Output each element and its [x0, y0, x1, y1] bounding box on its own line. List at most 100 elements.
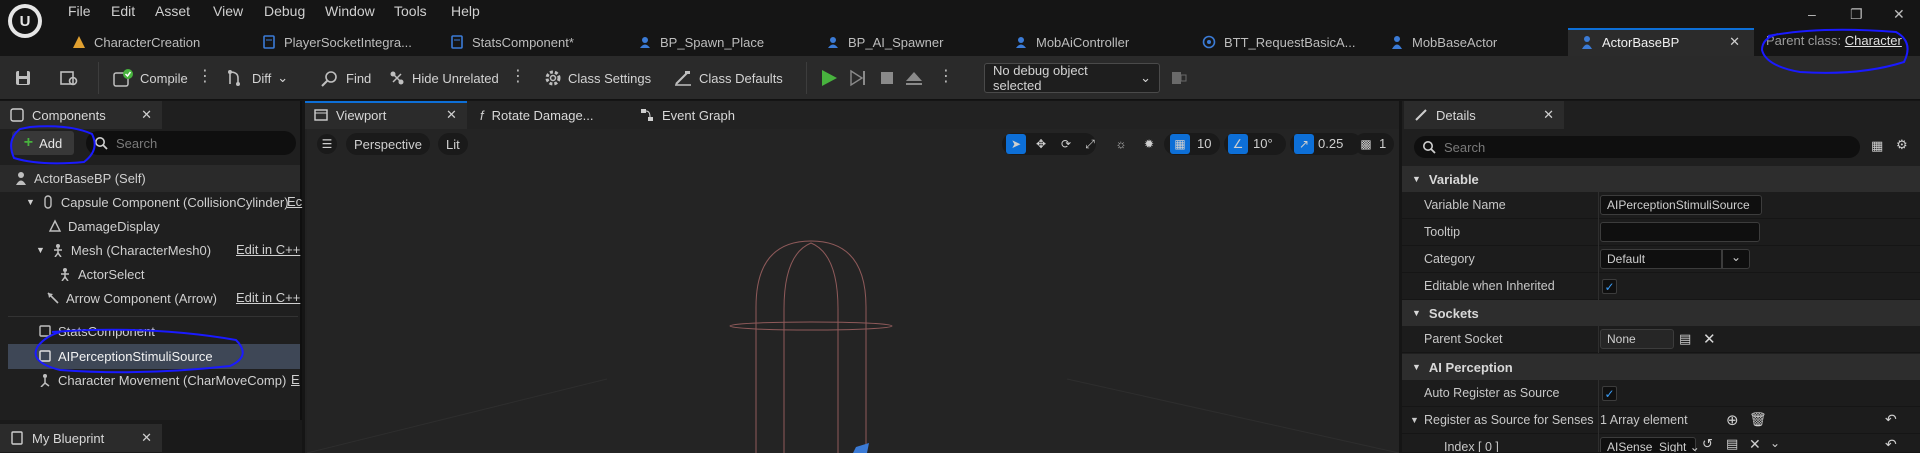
- components-tab[interactable]: Components ✕: [0, 101, 162, 129]
- play-options-icon[interactable]: ⋮: [938, 66, 954, 86]
- scale-snap-icon[interactable]: ↗: [1294, 134, 1314, 154]
- section-sockets[interactable]: ▼ Sockets: [1402, 300, 1920, 326]
- tree-item-aiperceptionstimulisource[interactable]: AIPerceptionStimuliSource: [38, 344, 213, 368]
- edit-in-cpp-link[interactable]: Edit in C++: [236, 290, 300, 305]
- tab-viewport[interactable]: Viewport: [314, 101, 386, 129]
- diff-button[interactable]: Diff ⌄: [226, 66, 288, 90]
- close-window-icon[interactable]: ✕: [1893, 6, 1905, 23]
- lit-button[interactable]: Lit: [438, 133, 468, 155]
- tree-item-actorselect[interactable]: ActorSelect: [58, 262, 144, 286]
- hide-unrelated-button[interactable]: Hide Unrelated: [388, 66, 499, 90]
- menu-file[interactable]: File: [68, 3, 91, 19]
- clear-socket-icon[interactable]: ✕: [1703, 330, 1716, 348]
- parent-class-link[interactable]: Character: [1845, 33, 1902, 48]
- sense-browse-icon[interactable]: ▤: [1726, 436, 1738, 452]
- menu-tools[interactable]: Tools: [394, 3, 427, 19]
- stop-button[interactable]: [878, 66, 896, 90]
- doc-tab-bp-ai-spawner[interactable]: BP_AI_Spawner: [826, 28, 943, 56]
- close-panel-icon[interactable]: ✕: [141, 430, 152, 446]
- browse-button[interactable]: [59, 66, 79, 90]
- world-local-icon[interactable]: ☼: [1111, 134, 1131, 154]
- debug-browse-button[interactable]: [1170, 66, 1188, 90]
- menu-debug[interactable]: Debug: [264, 3, 305, 19]
- sense-options-icon[interactable]: ⌄: [1770, 436, 1780, 450]
- doc-tab-mobaicontroller[interactable]: MobAiController: [1014, 28, 1129, 56]
- tree-item-capsule[interactable]: ▼ Capsule Component (CollisionCylinder): [26, 190, 289, 214]
- grid-snap-icon[interactable]: ▦: [1170, 134, 1190, 154]
- close-tab-icon[interactable]: ✕: [1729, 34, 1740, 50]
- play-button[interactable]: [818, 66, 840, 90]
- doc-tab-bp-spawn-place[interactable]: BP_Spawn_Place: [638, 28, 764, 56]
- tree-item-mesh[interactable]: ▼ Mesh (CharacterMesh0): [36, 238, 211, 262]
- close-viewport-tab-icon[interactable]: ✕: [446, 107, 457, 123]
- category-dropdown-icon[interactable]: ⌄: [1722, 249, 1750, 269]
- scale-snap-value[interactable]: 0.25: [1318, 136, 1343, 151]
- minimize-icon[interactable]: –: [1808, 6, 1816, 22]
- select-tool-icon[interactable]: ➤: [1006, 134, 1026, 154]
- doc-tab-statscomponent[interactable]: StatsComponent*: [450, 28, 574, 56]
- tree-item-charactermovement[interactable]: Character Movement (CharMoveComp): [38, 368, 286, 392]
- section-variable[interactable]: ▼ Variable: [1402, 166, 1920, 192]
- parent-socket-field[interactable]: None: [1600, 329, 1674, 349]
- settings-gear-icon[interactable]: ⚙: [1896, 137, 1908, 153]
- class-settings-button[interactable]: Class Settings: [544, 66, 651, 90]
- tab-event-graph[interactable]: Event Graph: [640, 101, 735, 129]
- surface-snap-icon[interactable]: ✹: [1139, 134, 1159, 154]
- delete-all-icon[interactable]: 🗑: [1749, 411, 1767, 428]
- menu-asset[interactable]: Asset: [155, 3, 190, 19]
- grid-snap-value[interactable]: 10: [1197, 136, 1211, 151]
- class-defaults-button[interactable]: Class Defaults: [673, 66, 783, 90]
- menu-view[interactable]: View: [213, 3, 243, 19]
- details-search-input[interactable]: Search: [1414, 136, 1860, 158]
- menu-help[interactable]: Help: [451, 3, 480, 19]
- category-field[interactable]: Default: [1600, 249, 1722, 269]
- expand-arrow-icon[interactable]: ▼: [1410, 415, 1419, 425]
- hide-unrelated-options-icon[interactable]: ⋮: [510, 66, 526, 86]
- tab-rotate-damage[interactable]: f Rotate Damage...: [480, 101, 594, 129]
- doc-tab-charactercreation[interactable]: CharacterCreation: [72, 28, 200, 56]
- hamburger-menu-icon[interactable]: ☰: [317, 134, 337, 154]
- save-button[interactable]: [14, 66, 32, 90]
- sense-clear-icon[interactable]: ✕: [1749, 436, 1761, 452]
- tooltip-field[interactable]: [1600, 222, 1760, 242]
- rotate-tool-icon[interactable]: ⟳: [1056, 134, 1076, 154]
- my-blueprint-tab[interactable]: My Blueprint ✕: [0, 424, 162, 452]
- sense-select[interactable]: AISense_Sight ⌄: [1600, 437, 1700, 452]
- edit-in-cpp-link[interactable]: E: [291, 372, 300, 387]
- add-element-icon[interactable]: ⊕: [1726, 411, 1739, 429]
- sense-reset-icon[interactable]: ↶: [1885, 436, 1897, 452]
- compile-button[interactable]: Compile: [112, 66, 188, 90]
- sense-use-icon[interactable]: ↺: [1702, 436, 1713, 452]
- variable-name-field[interactable]: AIPerceptionStimuliSource: [1600, 195, 1762, 215]
- doc-tab-mobbaseactor[interactable]: MobBaseActor: [1390, 28, 1497, 56]
- translate-tool-icon[interactable]: ✥: [1031, 134, 1051, 154]
- expand-arrow-icon[interactable]: ▼: [36, 245, 45, 255]
- menu-window[interactable]: Window: [325, 3, 375, 19]
- close-panel-icon[interactable]: ✕: [1543, 107, 1554, 123]
- tree-item-damagedisplay[interactable]: DamageDisplay: [48, 214, 160, 238]
- tree-item-statscomponent[interactable]: StatsComponent: [38, 319, 155, 343]
- perspective-button[interactable]: Perspective: [346, 133, 430, 155]
- find-button[interactable]: Find: [320, 66, 371, 90]
- unreal-logo-icon[interactable]: U: [8, 4, 42, 38]
- camera-speed-value[interactable]: 1: [1379, 136, 1386, 151]
- restore-icon[interactable]: ❐: [1850, 6, 1863, 23]
- rotation-snap-value[interactable]: 10°: [1253, 136, 1273, 151]
- doc-tab-btt-requestbasic[interactable]: BTT_RequestBasicA...: [1202, 28, 1356, 56]
- viewport-canvas[interactable]: [307, 129, 1399, 453]
- auto-register-checkbox[interactable]: ✓: [1602, 386, 1617, 401]
- editable-inherited-checkbox[interactable]: ✓: [1602, 279, 1617, 294]
- close-panel-icon[interactable]: ✕: [141, 107, 152, 123]
- rotation-snap-icon[interactable]: ∠: [1228, 134, 1248, 154]
- edit-in-cpp-link[interactable]: Ec: [287, 194, 302, 209]
- tree-item-arrow[interactable]: Arrow Component (Arrow): [46, 286, 217, 310]
- add-component-button[interactable]: + Add: [12, 131, 74, 155]
- doc-tab-playersocket[interactable]: PlayerSocketIntegra...: [262, 28, 412, 56]
- doc-tab-actorbasebp[interactable]: ActorBaseBP ✕: [1568, 28, 1754, 56]
- components-search-input[interactable]: Search: [86, 131, 296, 155]
- expand-arrow-icon[interactable]: ▼: [26, 197, 35, 207]
- tree-item-self[interactable]: ActorBaseBP (Self): [14, 166, 146, 190]
- section-ai-perception[interactable]: ▼ AI Perception: [1402, 354, 1920, 380]
- menu-edit[interactable]: Edit: [111, 3, 135, 19]
- camera-speed-icon[interactable]: ▩: [1356, 134, 1376, 154]
